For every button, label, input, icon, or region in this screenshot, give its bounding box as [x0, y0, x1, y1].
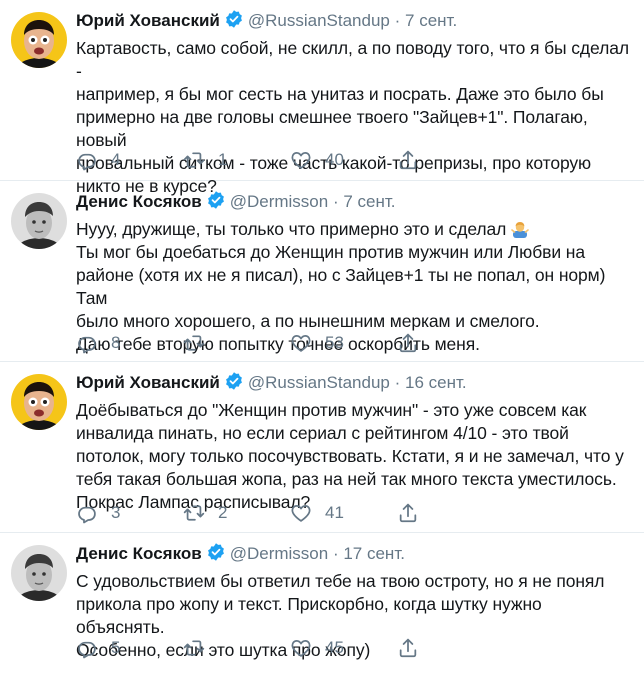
tweet[interactable]: Денис Косяков @Dermisson · 17 сент. С удо… — [0, 533, 644, 680]
tweet-text: Доёбываться до "Женщин против мужчин" - … — [76, 399, 632, 514]
reply-count: 5 — [111, 638, 121, 657]
like-icon — [290, 149, 312, 171]
separator-dot: · — [332, 544, 339, 563]
tweet-text-line: районе (хотя их не я писал), но с Зайцев… — [76, 265, 606, 308]
tweet-text-line: было много хорошего, а по нынешним мерка… — [76, 311, 540, 331]
tweet-header: Юрий Хованский @RussianStandup · 7 сент. — [76, 9, 632, 34]
avatar[interactable] — [11, 374, 67, 430]
retweet-button[interactable]: 1 — [183, 149, 290, 171]
avatar[interactable] — [11, 12, 67, 68]
like-icon — [290, 332, 312, 354]
tweet[interactable]: Денис Косяков @Dermisson · 7 сент. Нууу, … — [0, 181, 644, 362]
separator-dot: · — [332, 192, 339, 211]
author-name[interactable]: Юрий Хованский — [76, 11, 220, 30]
author-name[interactable]: Денис Косяков — [76, 192, 202, 211]
reply-count: 3 — [111, 503, 121, 522]
reply-button[interactable]: 3 — [76, 502, 183, 524]
tweet-text-line: Нууу, дружище, ты только что примерно эт… — [76, 219, 507, 239]
retweet-icon — [183, 637, 205, 659]
retweet-button[interactable]: 2 — [183, 502, 290, 524]
tweet-thread: Юрий Хованский @RussianStandup · 7 сент. … — [0, 0, 644, 680]
retweet-icon — [183, 502, 205, 524]
author-name[interactable]: Денис Косяков — [76, 544, 202, 563]
verified-badge-icon — [206, 542, 226, 567]
tweet-content: Юрий Хованский @RussianStandup · 16 сент.… — [76, 371, 632, 514]
tweet-text-line: прикола про жопу и текст. Прискорбно, ко… — [76, 594, 542, 637]
retweet-icon — [183, 149, 205, 171]
person-shrugging-emoji — [511, 220, 529, 238]
author-handle[interactable]: @RussianStandup — [248, 373, 390, 392]
share-button[interactable] — [397, 502, 504, 524]
tweet-text-line: С удовольствием бы ответил тебе на твою … — [76, 571, 605, 591]
tweet-date[interactable]: 7 сент. — [405, 11, 457, 30]
tweet-text-line: тебя такая большая жопа, раз на ней так … — [76, 469, 617, 489]
separator-dot: · — [394, 373, 401, 392]
verified-badge-icon — [224, 371, 244, 396]
tweet-date[interactable]: 7 сент. — [343, 192, 395, 211]
separator-dot: · — [394, 11, 401, 30]
like-count: 53 — [325, 333, 344, 352]
reply-icon — [76, 637, 98, 659]
tweet-date[interactable]: 16 сент. — [405, 373, 467, 392]
tweet-text-line: инвалида пинать, но если сериал с рейтин… — [76, 423, 569, 443]
reply-count: 8 — [111, 333, 121, 352]
verified-badge-icon — [224, 9, 244, 34]
tweet-actions: 3 2 41 — [76, 502, 504, 524]
reply-count: 4 — [111, 150, 121, 169]
author-handle[interactable]: @RussianStandup — [248, 11, 390, 30]
reply-button[interactable]: 4 — [76, 149, 183, 171]
tweet-text-line: Доёбываться до "Женщин против мужчин" - … — [76, 400, 587, 420]
avatar[interactable] — [11, 545, 67, 601]
tweet-text-line: примерно на две головы смешнее твоего "З… — [76, 107, 588, 150]
tweet-header: Денис Косяков @Dermisson · 7 сент. — [76, 190, 632, 215]
tweet-text-line: Картавость, само собой, не скилл, а по п… — [76, 38, 629, 81]
reply-button[interactable]: 5 — [76, 637, 183, 659]
like-button[interactable]: 53 — [290, 332, 397, 354]
like-icon — [290, 637, 312, 659]
tweet-text-line: например, я бы мог сесть на унитаз и пос… — [76, 84, 604, 104]
like-button[interactable]: 41 — [290, 502, 397, 524]
tweet-text-line: потолок, могу только посочувствовать. Кс… — [76, 446, 624, 466]
share-button[interactable] — [397, 637, 504, 659]
reply-icon — [76, 332, 98, 354]
share-icon — [397, 637, 419, 659]
tweet-text: Картавость, само собой, не скилл, а по п… — [76, 37, 632, 198]
like-count: 45 — [325, 638, 344, 657]
reply-button[interactable]: 8 — [76, 332, 183, 354]
tweet-actions: 4 1 40 — [76, 149, 504, 171]
share-icon — [397, 332, 419, 354]
tweet-text-line: Ты мог бы доебаться до Женщин против муж… — [76, 242, 585, 262]
share-icon — [397, 149, 419, 171]
author-name[interactable]: Юрий Хованский — [76, 373, 220, 392]
tweet-header: Денис Косяков @Dermisson · 17 сент. — [76, 542, 632, 567]
like-button[interactable]: 40 — [290, 149, 397, 171]
share-button[interactable] — [397, 332, 504, 354]
retweet-count: 2 — [218, 503, 228, 522]
retweet-count: 1 — [218, 150, 228, 169]
reply-icon — [76, 502, 98, 524]
verified-badge-icon — [206, 190, 226, 215]
like-button[interactable]: 45 — [290, 637, 397, 659]
tweet-date[interactable]: 17 сент. — [343, 544, 405, 563]
share-button[interactable] — [397, 149, 504, 171]
retweet-button[interactable] — [183, 332, 290, 354]
retweet-icon — [183, 332, 205, 354]
avatar[interactable] — [11, 193, 67, 249]
like-count: 41 — [325, 503, 344, 522]
share-icon — [397, 502, 419, 524]
tweet-header: Юрий Хованский @RussianStandup · 16 сент. — [76, 371, 632, 396]
tweet-text-line-with-emoji: Нууу, дружище, ты только что примерно эт… — [76, 218, 632, 241]
like-count: 40 — [325, 150, 344, 169]
tweet-actions: 5 45 — [76, 637, 504, 659]
like-icon — [290, 502, 312, 524]
author-handle[interactable]: @Dermisson — [230, 192, 329, 211]
tweet-actions: 8 53 — [76, 332, 504, 354]
reply-icon — [76, 149, 98, 171]
retweet-button[interactable] — [183, 637, 290, 659]
tweet[interactable]: Юрий Хованский @RussianStandup · 7 сент. … — [0, 0, 644, 196]
tweet[interactable]: Юрий Хованский @RussianStandup · 16 сент.… — [0, 362, 644, 533]
author-handle[interactable]: @Dermisson — [230, 544, 329, 563]
